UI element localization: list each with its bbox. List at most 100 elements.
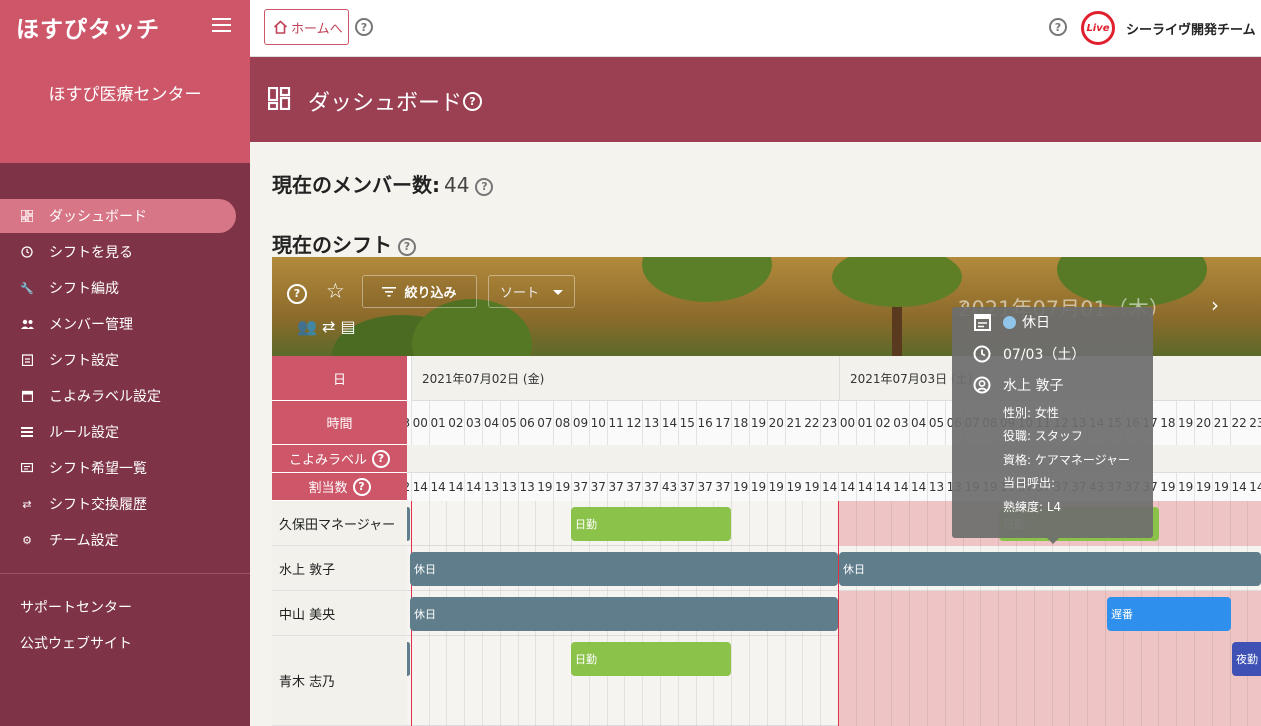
grid-line [873,501,875,726]
tooltip-name: 水上 敦子 [1003,378,1064,394]
star-icon[interactable]: ☆ [326,279,345,303]
hour-cell: 20 [767,401,786,445]
dashboard-icon [20,209,34,223]
hour-cell: 14 [661,401,679,445]
assigned-count: 37 [643,473,662,501]
help-icon[interactable]: ? [287,282,307,304]
sidebar-item-team-settings[interactable]: ⚙ チーム設定 [0,523,236,557]
assigned-count: 19 [803,473,822,501]
assigned-count: 13 [928,473,946,501]
sidebar-item-shift-build[interactable]: 🔧 シフト編成 [0,271,236,305]
shift-bar[interactable]: 日勤 [571,642,731,676]
official-website-link[interactable]: 公式ウェブサイト [20,633,132,653]
sidebar-item-label: こよみラベル設定 [49,389,161,405]
shift-bar[interactable]: 日勤 [571,507,731,541]
shift-bar[interactable]: 休日 [410,552,838,586]
filter-button[interactable]: 絞り込み [362,275,477,308]
shift-tooltip: 休日 07/03（土） 水上 敦子 性別: 女性 役職: スタッフ 資格: ケア… [952,307,1153,544]
tooltip-type-row: 休日 [972,312,1050,332]
hour-cell: 02 [447,401,466,445]
row-label-calendar: こよみラベル? [272,445,407,473]
assigned-count: 19 [750,473,768,501]
hour-cell: 18 [732,401,751,445]
people-icon [20,317,34,331]
assigned-count: 14 [447,473,466,501]
hour-cell: 18 [1159,401,1178,445]
menu-icon[interactable] [212,18,231,33]
sidebar-item-shift-view[interactable]: シフトを見る [0,235,236,269]
sidebar-item-label: ダッシュボード [49,209,147,225]
help-icon[interactable]: ? [352,477,371,496]
shift-bar[interactable]: 夜勤 [1232,642,1261,676]
hour-cell: 05 [500,401,519,445]
sidebar-item-shift-requests[interactable]: シフト希望一覧 [0,451,236,485]
member-name[interactable]: 青木 志乃 [272,636,407,726]
sidebar-item-members[interactable]: メンバー管理 [0,307,236,341]
sidebar-item-dashboard[interactable]: ダッシュボード [0,199,236,233]
assigned-count: 14 [411,473,430,501]
swap-icon: ⇄ [322,317,336,336]
chevron-down-icon [553,290,563,295]
shift-bar[interactable]: 休日 [839,552,1261,586]
hour-cell: 19 [1177,401,1196,445]
hour-cell: 21 [785,401,804,445]
clipboard-icon [20,353,34,367]
member-name[interactable]: 中山 美央 [272,591,407,636]
sidebar-item-shift-settings[interactable]: シフト設定 [0,343,236,377]
tooltip-qualification: 資格: ケアマネージャー [1003,453,1131,467]
assigned-count: 19 [1159,473,1178,501]
assigned-count: 13 [500,473,519,501]
sidebar-item-label: シフト編成 [49,281,119,297]
sidebar-item-rules[interactable]: ルール設定 [0,415,236,449]
sidebar-item-label: チーム設定 [49,533,119,549]
shift-bar[interactable]: 遅番 [1107,597,1231,631]
hour-cell: 06 [518,401,537,445]
hour-cell: 13 [643,401,662,445]
hour-cell: 22 [1230,401,1249,445]
support-center-link[interactable]: サポートセンター [20,597,132,617]
page-header: ダッシュボード ? [250,57,1261,142]
sidebar-item-label: シフト設定 [49,353,119,369]
app-logo[interactable]: ほすぴタッチ [16,10,160,44]
tooltip-arrow [1047,538,1059,544]
day-header: 2021年07月02日 (金) [411,356,839,401]
sidebar-item-label: シフトを見る [49,245,133,261]
hour-cell: 12 [625,401,644,445]
assigned-count: 19 [785,473,804,501]
help-icon[interactable]: ? [475,177,494,196]
view-toggle[interactable]: 👥 ⇄ ▤ [297,317,356,336]
clock-icon [972,344,992,364]
next-date-icon[interactable]: › [1211,293,1219,317]
help-icon-right[interactable]: ? [1049,18,1067,36]
sidebar-item-label: ルール設定 [49,425,119,441]
home-button[interactable]: ホームへ [264,9,349,45]
assigned-count: 19 [1212,473,1231,501]
tooltip-date: 07/03（土） [1003,347,1086,363]
hour-cell: 05 [928,401,946,445]
help-icon[interactable]: ? [463,90,482,111]
assigned-count: 37 [625,473,644,501]
member-name[interactable]: 久保田マネージャー [272,501,407,546]
assigned-count: 13 [518,473,537,501]
hour-cell: 01 [429,401,448,445]
assigned-count: 37 [589,473,608,501]
assigned-count: 14 [1230,473,1249,501]
grid-line [891,501,893,726]
sidebar-item-swap-history[interactable]: ⇄ シフト交換履歴 [0,487,236,521]
member-name[interactable]: 水上 敦子 [272,546,407,591]
grid-line [944,501,946,726]
assigned-count: 14 [429,473,448,501]
team-name[interactable]: シーライヴ開発チーム [1126,19,1256,38]
sidebar-item-label: シフト交換履歴 [49,497,147,513]
help-icon[interactable]: ? [372,449,390,468]
hour-cell: 16 [696,401,715,445]
shift-bar[interactable]: 休日 [410,597,838,631]
sidebar-item-calendar-labels[interactable]: こよみラベル設定 [0,379,236,413]
sort-select[interactable]: ソート [488,275,575,308]
help-icon[interactable]: ? [355,18,373,36]
current-shift-title: 現在のシフト [272,233,392,257]
help-icon[interactable]: ? [398,237,416,256]
hour-cell: 01 [856,401,875,445]
hour-cell: 17 [714,401,733,445]
member-count-label: 現在のメンバー数: [272,173,440,197]
